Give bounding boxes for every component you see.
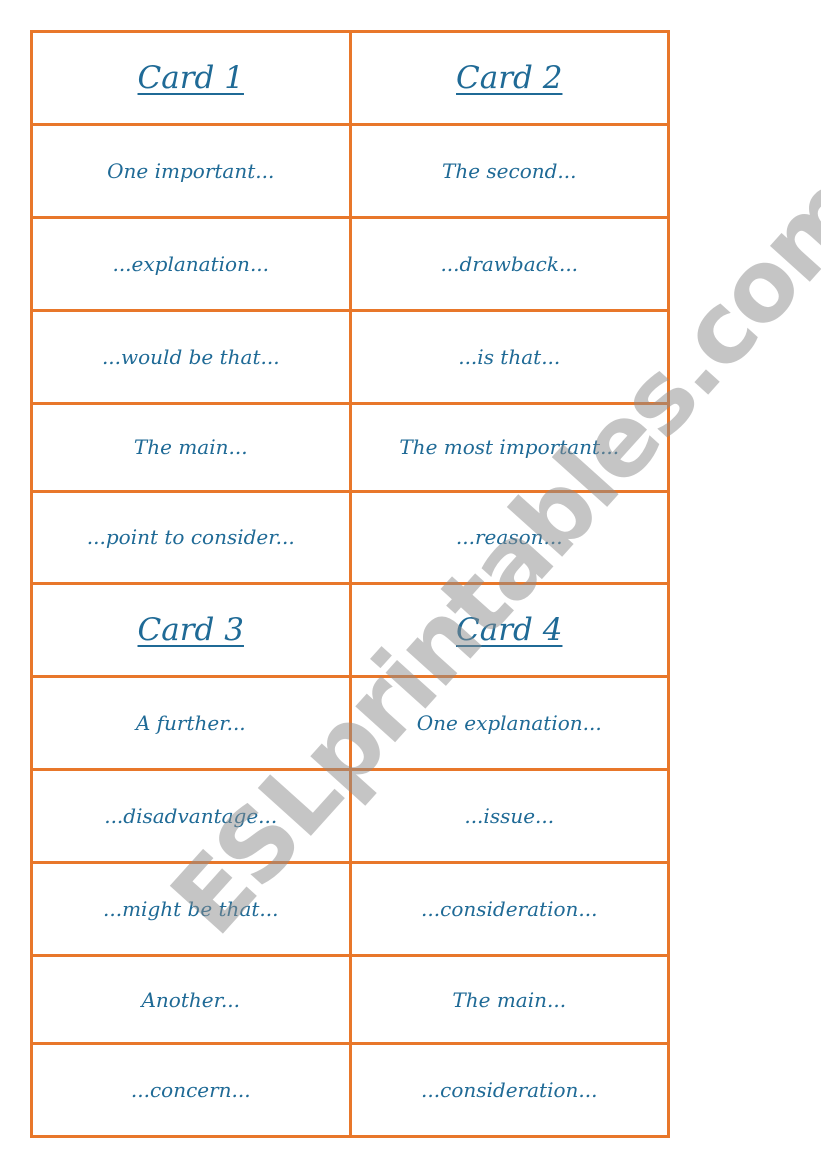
phrase-row: ...might be that... ...consideration... — [30, 861, 670, 958]
phrase-cell: ...concern... — [30, 1041, 352, 1139]
card-title: Card 2 — [348, 30, 670, 126]
phrase-cell: Another... — [30, 954, 352, 1045]
phrase-cell: ...would be that... — [30, 308, 352, 405]
card-title: Card 1 — [30, 30, 352, 126]
phrase-cell: ...explanation... — [30, 215, 352, 312]
phrase-cell: ...consideration... — [348, 1041, 670, 1139]
phrase-cell: ...issue... — [348, 768, 670, 865]
phrase-row: ...concern... ...consideration... — [30, 1041, 670, 1139]
phrase-cell: One important... — [30, 122, 352, 219]
phrase-row: Another... The main... — [30, 954, 670, 1045]
phrase-row: One important... The second... — [30, 122, 670, 219]
phrase-cell: ...point to consider... — [30, 489, 352, 586]
phrase-cell: ...drawback... — [348, 215, 670, 312]
phrase-cell: The main... — [30, 401, 352, 493]
card-table: Card 1 Card 2 One important... The secon… — [30, 30, 670, 1139]
phrase-cell: The second... — [348, 122, 670, 219]
card-title: Card 3 — [30, 582, 352, 679]
phrase-cell: The main... — [348, 954, 670, 1045]
card-title-row: Card 1 Card 2 — [30, 30, 670, 126]
phrase-row: ...would be that... ...is that... — [30, 308, 670, 405]
phrase-row: ...explanation... ...drawback... — [30, 215, 670, 312]
phrase-cell: ...consideration... — [348, 861, 670, 958]
